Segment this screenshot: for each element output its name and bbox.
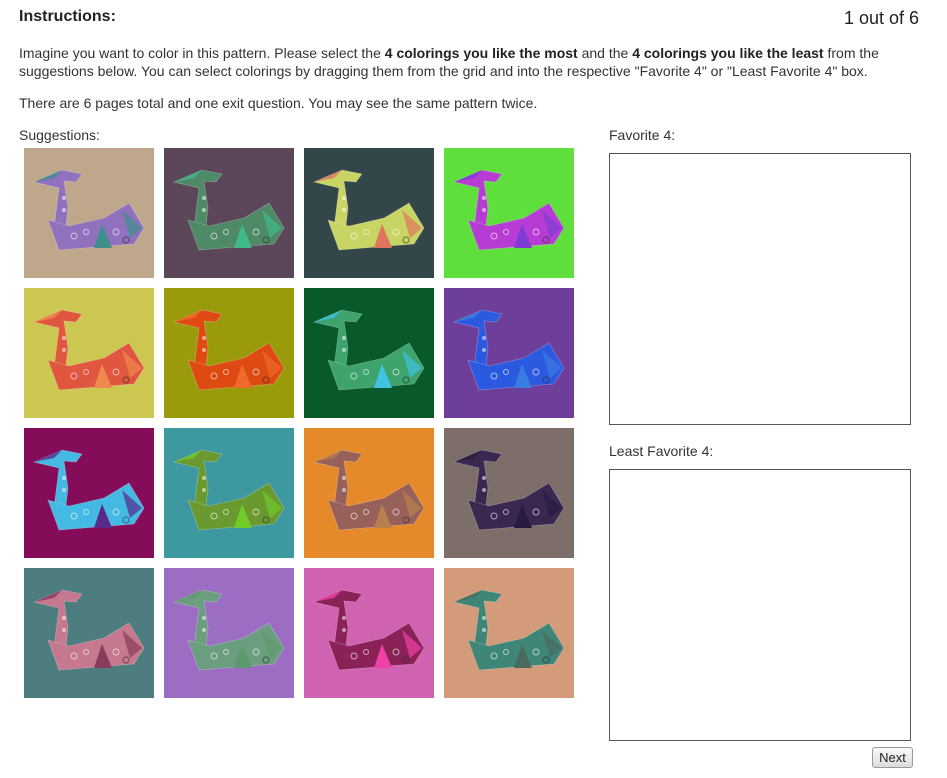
pages-info-text: There are 6 pages total and one exit que… — [19, 95, 538, 111]
instructions-bold-most: 4 colorings you like the most — [384, 45, 578, 61]
swan-pattern-icon — [304, 288, 434, 418]
swan-pattern-icon — [24, 568, 154, 698]
swan-pattern-icon — [24, 428, 154, 558]
instructions-heading: Instructions: — [19, 8, 116, 25]
coloring-tile[interactable] — [24, 568, 154, 698]
least-favorite-label: Least Favorite 4: — [609, 443, 714, 459]
next-button[interactable]: Next — [872, 747, 913, 768]
coloring-tile[interactable] — [164, 568, 294, 698]
coloring-tile[interactable] — [444, 568, 574, 698]
favorite-drop-box[interactable] — [609, 153, 911, 425]
coloring-tile[interactable] — [24, 288, 154, 418]
swan-pattern-icon — [164, 428, 294, 558]
coloring-tile[interactable] — [304, 428, 434, 558]
swan-pattern-icon — [304, 148, 434, 278]
swan-pattern-icon — [304, 428, 434, 558]
least-favorite-drop-box[interactable] — [609, 469, 911, 741]
swan-pattern-icon — [164, 568, 294, 698]
coloring-tile[interactable] — [24, 428, 154, 558]
swan-pattern-icon — [24, 288, 154, 418]
instructions-part-2: and the — [577, 45, 633, 61]
coloring-tile[interactable] — [24, 148, 154, 278]
coloring-tile[interactable] — [444, 148, 574, 278]
page-progress: 1 out of 6 — [843, 8, 919, 28]
coloring-tile[interactable] — [444, 428, 574, 558]
swan-pattern-icon — [164, 288, 294, 418]
swan-pattern-icon — [444, 148, 574, 278]
instructions-text: Imagine you want to color in this patter… — [19, 44, 924, 80]
swan-pattern-icon — [444, 288, 574, 418]
instructions-bold-least: 4 colorings you like the least — [632, 45, 824, 61]
coloring-tile[interactable] — [304, 148, 434, 278]
swan-pattern-icon — [304, 568, 434, 698]
swan-pattern-icon — [444, 568, 574, 698]
coloring-tile[interactable] — [444, 288, 574, 418]
coloring-tile[interactable] — [164, 428, 294, 558]
coloring-tile[interactable] — [304, 288, 434, 418]
suggestions-label: Suggestions: — [19, 127, 100, 143]
favorite-label: Favorite 4: — [609, 127, 676, 143]
coloring-tile[interactable] — [164, 148, 294, 278]
instructions-part-1: Imagine you want to color in this patter… — [19, 45, 385, 61]
coloring-tile[interactable] — [164, 288, 294, 418]
coloring-tile[interactable] — [304, 568, 434, 698]
swan-pattern-icon — [444, 428, 574, 558]
swan-pattern-icon — [164, 148, 294, 278]
swan-pattern-icon — [24, 148, 154, 278]
